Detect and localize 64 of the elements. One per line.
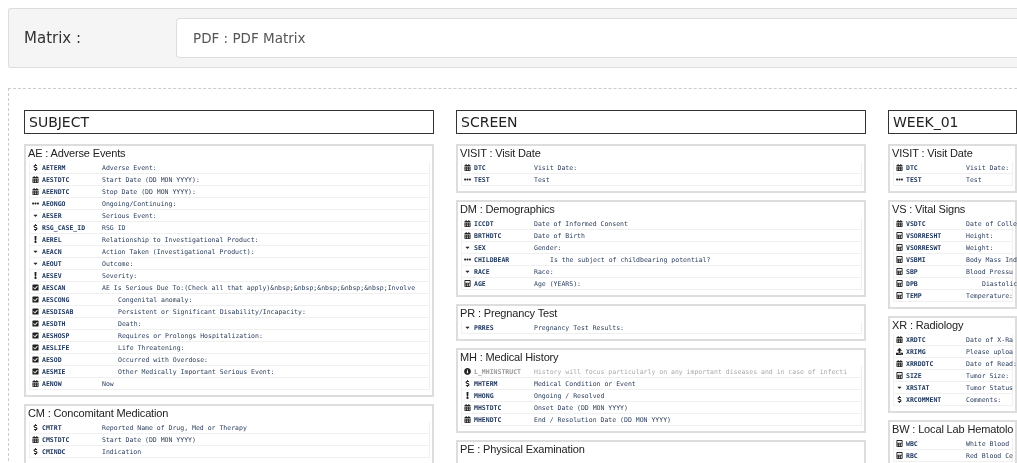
checkbox-icon xyxy=(31,320,39,327)
calculator-icon xyxy=(895,280,903,287)
ellipsis-icon xyxy=(31,200,39,207)
checkbox-icon xyxy=(31,344,39,351)
form-title: MH : Medical History xyxy=(460,350,560,365)
caret-down-icon xyxy=(895,384,903,391)
form-title: VS : Vital Signs xyxy=(892,202,967,217)
form-title: AE : Adverse Events xyxy=(28,146,127,161)
calculator-icon xyxy=(463,280,471,287)
column-title: WEEK_01 xyxy=(888,110,1017,134)
calendar-icon xyxy=(31,380,39,387)
form-title: CM : Concomitant Medication xyxy=(28,406,170,421)
calculator-icon xyxy=(895,440,903,447)
form-title: DM : Demographics xyxy=(460,202,556,217)
calendar-icon xyxy=(895,164,903,171)
calculator-icon xyxy=(895,372,903,379)
calendar-icon xyxy=(463,404,471,411)
dollar-icon xyxy=(31,424,39,431)
checkbox-icon xyxy=(31,284,39,291)
dollar-icon xyxy=(895,396,903,403)
dollar-icon xyxy=(31,448,39,455)
info-icon xyxy=(463,368,471,375)
calendar-icon xyxy=(895,360,903,367)
ellipsis-icon xyxy=(463,256,471,263)
calculator-icon xyxy=(895,232,903,239)
caret-down-icon xyxy=(463,268,471,275)
column-title: SCREEN xyxy=(456,110,866,134)
form-title: XR : Radiology xyxy=(892,318,965,333)
upload-icon xyxy=(895,348,903,355)
matrix-select[interactable]: PDF : PDF Matrix xyxy=(176,18,1017,58)
calculator-icon xyxy=(895,268,903,275)
calendar-icon xyxy=(31,188,39,195)
ellipsis-icon xyxy=(895,176,903,183)
form-title: VISIT : Visit Date xyxy=(460,146,542,161)
calendar-icon xyxy=(463,220,471,227)
calendar-icon xyxy=(463,164,471,171)
calendar-icon xyxy=(895,220,903,227)
calculator-icon xyxy=(895,292,903,299)
checkbox-icon xyxy=(31,332,39,339)
form-title: PE : Physical Examination xyxy=(460,442,586,457)
checkbox-icon xyxy=(31,308,39,315)
calendar-icon xyxy=(895,336,903,343)
calendar-icon xyxy=(463,232,471,239)
calendar-icon xyxy=(31,436,39,443)
caret-down-icon xyxy=(463,244,471,251)
form-title: VISIT : Visit Date xyxy=(892,146,974,161)
form-title: PR : Pregnancy Test xyxy=(460,306,559,321)
calculator-icon xyxy=(895,244,903,251)
form-title: BW : Local Lab Hematolo xyxy=(892,422,1013,437)
matrix-label: Matrix : xyxy=(24,29,83,47)
checkbox-icon xyxy=(31,296,39,303)
column-title: SUBJECT xyxy=(24,110,434,134)
calendar-icon xyxy=(31,176,39,183)
calculator-icon xyxy=(895,452,903,459)
checkbox-icon xyxy=(31,356,39,363)
caret-down-icon xyxy=(31,212,39,219)
dollar-icon xyxy=(31,224,39,231)
dollar-icon xyxy=(463,380,471,387)
ellipsis-icon xyxy=(463,176,471,183)
calculator-icon xyxy=(895,256,903,263)
checkbox-icon xyxy=(31,368,39,375)
dollar-icon xyxy=(31,164,39,171)
caret-down-icon xyxy=(463,324,471,331)
calendar-icon xyxy=(463,416,471,423)
